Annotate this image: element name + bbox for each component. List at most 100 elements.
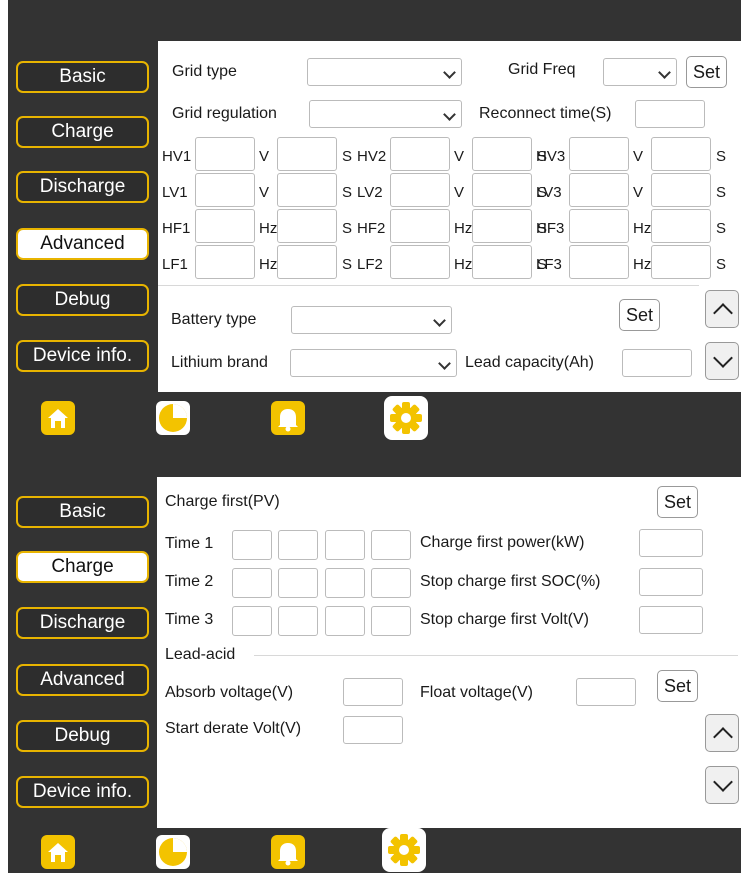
chevron-up-icon [713, 303, 733, 323]
chevron-up-icon [713, 727, 733, 747]
grid-freq-label: Grid Freq [508, 61, 576, 78]
time-2-field-2[interactable] [278, 568, 318, 598]
hf1-seconds-label: S [342, 220, 353, 237]
lv3-time-input[interactable] [651, 173, 711, 207]
charge-screen: Basic Charge Discharge Advanced Debug De… [8, 440, 741, 873]
pie-chart-icon[interactable] [156, 835, 190, 869]
hf2-unit-label: Hz [454, 220, 473, 237]
stop-charge-first-soc-label: Stop charge first SOC(%) [420, 573, 601, 590]
sidebar-item-debug[interactable]: Debug [16, 284, 149, 316]
lf2-label: LF2 [357, 256, 383, 273]
charge-first-set-button[interactable]: Set [657, 486, 698, 518]
home-icon[interactable] [41, 401, 75, 435]
lithium-brand-select[interactable] [290, 349, 457, 377]
lf2-value-input[interactable] [390, 245, 450, 279]
time-2-field-1[interactable] [232, 568, 272, 598]
time-3-field-3[interactable] [325, 606, 365, 636]
lv1-time-input[interactable] [277, 173, 337, 207]
lf3-value-input[interactable] [569, 245, 629, 279]
hf2-time-input[interactable] [472, 209, 532, 243]
battery-set-button[interactable]: Set [619, 299, 660, 331]
scroll-up-button[interactable] [705, 714, 739, 752]
hv1-label: HV1 [162, 148, 192, 165]
charge-first-power-input[interactable] [639, 529, 703, 557]
sidebar-item-basic[interactable]: Basic [16, 496, 149, 528]
lf3-time-input[interactable] [651, 245, 711, 279]
hv3-value-input[interactable] [569, 137, 629, 171]
reconnect-time-input[interactable] [635, 100, 705, 128]
hv2-time-input[interactable] [472, 137, 532, 171]
hf1-unit-label: Hz [259, 220, 278, 237]
grid-regulation-select[interactable] [309, 100, 462, 128]
battery-type-select[interactable] [291, 306, 452, 334]
lv1-unit-label: V [259, 184, 270, 201]
hv1-value-input[interactable] [195, 137, 255, 171]
time-1-field-4[interactable] [371, 530, 411, 560]
time-1-field-1[interactable] [232, 530, 272, 560]
sidebar-item-discharge[interactable]: Discharge [16, 171, 149, 203]
sidebar-item-advanced[interactable]: Advanced [16, 664, 149, 696]
hf3-value-input[interactable] [569, 209, 629, 243]
lead-acid-divider [254, 655, 738, 656]
bell-icon[interactable] [271, 401, 305, 435]
hf2-label: HF2 [357, 220, 386, 237]
sidebar-item-advanced[interactable]: Advanced [16, 228, 149, 260]
stop-charge-first-soc-input[interactable] [639, 568, 703, 596]
stop-charge-first-volt-input[interactable] [639, 606, 703, 634]
grid-freq-select[interactable] [603, 58, 677, 86]
lv1-value-input[interactable] [195, 173, 255, 207]
sidebar-item-device-info[interactable]: Device info. [16, 776, 149, 808]
time-3-field-2[interactable] [278, 606, 318, 636]
lv2-value-input[interactable] [390, 173, 450, 207]
scroll-down-button[interactable] [705, 766, 739, 804]
hv1-time-input[interactable] [277, 137, 337, 171]
time-1-field-3[interactable] [325, 530, 365, 560]
sidebar-item-device-info[interactable]: Device info. [16, 340, 149, 372]
grid-set-button[interactable]: Set [686, 56, 727, 88]
time-3-field-1[interactable] [232, 606, 272, 636]
sidebar-item-charge[interactable]: Charge [16, 116, 149, 148]
hf2-value-input[interactable] [390, 209, 450, 243]
home-icon[interactable] [41, 835, 75, 869]
bell-icon[interactable] [271, 835, 305, 869]
lead-capacity-input[interactable] [622, 349, 692, 377]
scroll-down-button[interactable] [705, 342, 739, 380]
scroll-up-button[interactable] [705, 290, 739, 328]
sidebar-item-basic[interactable]: Basic [16, 61, 149, 93]
hf1-time-input[interactable] [277, 209, 337, 243]
lf1-time-input[interactable] [277, 245, 337, 279]
lv2-time-input[interactable] [472, 173, 532, 207]
hf1-label: HF1 [162, 220, 191, 237]
lv3-value-input[interactable] [569, 173, 629, 207]
gear-icon[interactable] [382, 828, 426, 872]
float-voltage-input[interactable] [576, 678, 636, 706]
time-1-field-2[interactable] [278, 530, 318, 560]
grid-type-select[interactable] [307, 58, 462, 86]
hf3-time-input[interactable] [651, 209, 711, 243]
pie-chart-icon[interactable] [156, 401, 190, 435]
hv2-value-input[interactable] [390, 137, 450, 171]
reconnect-time-label: Reconnect time(S) [479, 105, 612, 122]
start-derate-volt-label: Start derate Volt(V) [165, 720, 302, 737]
hv3-time-input[interactable] [651, 137, 711, 171]
lv3-label: LV3 [536, 184, 562, 201]
hf1-value-input[interactable] [195, 209, 255, 243]
sidebar-item-discharge[interactable]: Discharge [16, 607, 149, 639]
time-2-field-4[interactable] [371, 568, 411, 598]
time-2-field-3[interactable] [325, 568, 365, 598]
lead-acid-title: Lead-acid [165, 646, 236, 663]
chevron-down-icon [713, 772, 733, 792]
sidebar-item-debug[interactable]: Debug [16, 720, 149, 752]
lead-capacity-label: Lead capacity(Ah) [465, 354, 594, 371]
absorb-voltage-label: Absorb voltage(V) [165, 684, 294, 701]
lf1-label: LF1 [162, 256, 188, 273]
grid-type-label: Grid type [172, 63, 237, 80]
start-derate-volt-input[interactable] [343, 716, 403, 744]
lf2-time-input[interactable] [472, 245, 532, 279]
gear-icon[interactable] [384, 396, 428, 440]
sidebar-item-charge[interactable]: Charge [16, 551, 149, 583]
absorb-voltage-input[interactable] [343, 678, 403, 706]
time-3-field-4[interactable] [371, 606, 411, 636]
lead-acid-set-button[interactable]: Set [657, 670, 698, 702]
lf1-value-input[interactable] [195, 245, 255, 279]
